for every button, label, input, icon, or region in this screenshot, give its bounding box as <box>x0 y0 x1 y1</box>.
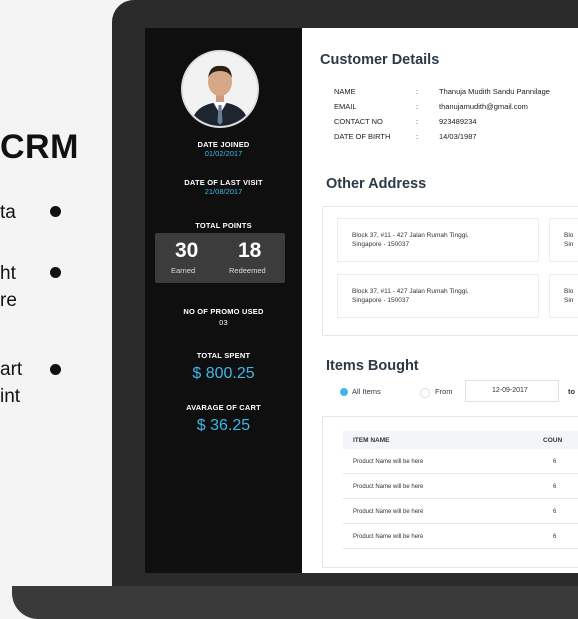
earned-label: Earned <box>171 266 196 275</box>
table-row[interactable]: Product Name will be here 6 <box>343 476 578 499</box>
bullet-fragment-3a: art <box>0 359 23 380</box>
col-item-name: ITEM NAME <box>353 437 390 444</box>
address-line1: Blo <box>564 288 574 295</box>
all-items-label: All Items <box>352 387 381 396</box>
table-header: ITEM NAME COUN <box>343 431 578 449</box>
detail-value: 923489234 <box>439 117 477 126</box>
address-line1: Block 37, #11 - 427 Jalan Rumah Tinggi, <box>352 232 469 239</box>
address-line1: Blo <box>564 232 574 239</box>
table-row[interactable]: Product Name will be here 6 <box>343 526 578 549</box>
detail-value: Thanuja Mudith Sandu Pannilage <box>439 87 550 96</box>
address-card-partial[interactable]: Blo Sin <box>549 218 578 262</box>
address-line1: Block 37, #11 - 427 Jalan Rumah Tinggi, <box>352 288 469 295</box>
bullet-dot-1 <box>50 206 61 217</box>
profile-sidebar: DATE JOINED 01/02/2017 DATE OF LAST VISI… <box>145 28 302 573</box>
item-name: Product Name will be here <box>353 484 424 490</box>
table-row[interactable]: Product Name will be here 6 <box>343 451 578 474</box>
total-points-label: TOTAL POINTS <box>195 221 252 230</box>
bullet-fragment-1: ta <box>0 202 16 223</box>
items-table: ITEM NAME COUN Product Name will be here… <box>322 416 578 568</box>
crm-heading: CRM <box>0 128 79 166</box>
avg-cart-value: $ 36.25 <box>196 417 251 434</box>
promo-used-label: NO OF PROMO USED <box>183 307 264 316</box>
bullet-fragment-2b: re <box>0 290 17 311</box>
table-row[interactable]: Product Name will be here 6 <box>343 501 578 524</box>
address-card[interactable]: Block 37, #11 - 427 Jalan Rumah Tinggi, S… <box>337 218 539 262</box>
address-line2: Sin <box>564 297 574 304</box>
promo-used-value: 03 <box>219 318 228 327</box>
detail-key: DATE OF BIRTH <box>334 132 391 141</box>
item-name: Product Name will be here <box>353 534 424 540</box>
col-count: COUN <box>543 437 563 444</box>
redeemed-label: Redeemed <box>229 266 266 275</box>
laptop-base <box>12 586 578 619</box>
address-line2: Singapore - 150037 <box>352 297 410 304</box>
items-filter-bar: All Items From 12-09-2017 to <box>322 380 578 403</box>
detail-key: CONTACT NO <box>334 117 383 126</box>
to-label: to <box>568 387 576 396</box>
date-joined-value: 01/02/2017 <box>204 149 243 158</box>
bullet-fragment-3b: int <box>0 386 21 407</box>
detail-key: EMAIL <box>334 102 357 111</box>
person-photo-icon <box>183 52 257 126</box>
detail-separator: : <box>416 117 419 126</box>
address-line2: Singapore - 150037 <box>352 241 410 248</box>
items-bought-title: Items Bought <box>326 358 419 374</box>
item-name: Product Name will be here <box>353 509 424 515</box>
points-box: 30 Earned 18 Redeemed <box>155 233 285 283</box>
address-line2: Sin <box>564 241 574 248</box>
detail-value: thanujamudith@gmail.com <box>439 102 528 111</box>
date-joined-label: DATE JOINED <box>197 140 250 149</box>
address-panel: Block 37, #11 - 427 Jalan Rumah Tinggi, S… <box>322 206 578 336</box>
bullet-dot-2 <box>50 267 61 278</box>
item-count: 6 <box>553 484 557 490</box>
last-visit-label: DATE OF LAST VISIT <box>184 178 263 187</box>
address-card[interactable]: Block 37, #11 - 427 Jalan Rumah Tinggi, S… <box>337 274 539 318</box>
detail-separator: : <box>416 132 419 141</box>
item-count: 6 <box>553 459 557 465</box>
total-spent-label: TOTAL SPENT <box>196 351 251 360</box>
earned-value: 30 <box>175 239 199 262</box>
address-card-partial[interactable]: Blo Sin <box>549 274 578 318</box>
detail-separator: : <box>416 102 419 111</box>
from-date-value: 12-09-2017 <box>492 387 528 394</box>
bullet-dot-3 <box>50 364 61 375</box>
bullet-fragment-2a: ht <box>0 263 16 284</box>
from-label: From <box>435 387 453 396</box>
crm-screen: DATE JOINED 01/02/2017 DATE OF LAST VISI… <box>145 28 578 573</box>
other-address-title: Other Address <box>326 176 427 192</box>
detail-key: NAME <box>334 87 356 96</box>
avatar <box>181 50 259 128</box>
all-items-radio[interactable] <box>340 388 348 396</box>
detail-value: 14/03/1987 <box>439 132 477 141</box>
from-radio[interactable] <box>420 388 430 398</box>
main-content: Customer Details NAME : Thanuja Mudith S… <box>302 28 578 573</box>
from-date-input[interactable]: 12-09-2017 <box>465 380 559 402</box>
customer-details-title: Customer Details <box>320 52 440 68</box>
item-name: Product Name will be here <box>353 459 424 465</box>
total-spent-value: $ 800.25 <box>192 365 255 382</box>
detail-separator: : <box>416 87 419 96</box>
item-count: 6 <box>553 509 557 515</box>
avg-cart-label: AVARAGE OF CART <box>186 403 261 412</box>
redeemed-value: 18 <box>238 239 262 262</box>
item-count: 6 <box>553 534 557 540</box>
last-visit-value: 21/08/2017 <box>204 187 243 196</box>
